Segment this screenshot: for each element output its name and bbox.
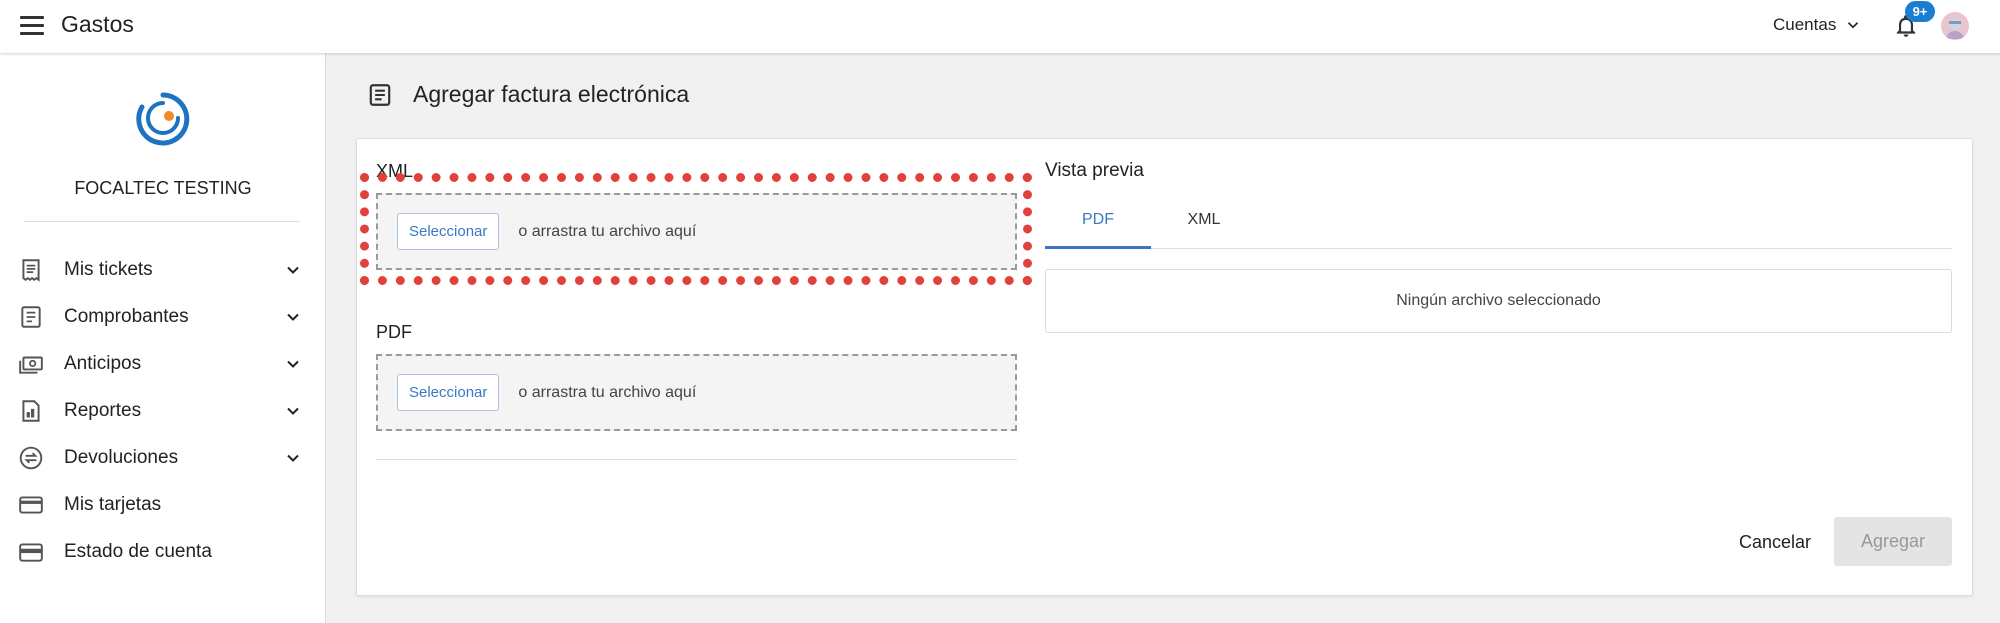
pdf-drop-hint: o arrastra tu archivo aquí — [518, 383, 697, 401]
top-app-bar: Gastos Cuentas 9+ — [0, 0, 2000, 53]
sidebar-item-label: Comprobantes — [64, 305, 189, 327]
preview-title: Vista previa — [1045, 160, 1144, 181]
pdf-dropzone[interactable]: Seleccionar o arrastra tu archivo aquí — [376, 354, 1017, 431]
accounts-dropdown[interactable]: Cuentas — [1773, 15, 1862, 35]
sidebar-item-mis-tickets[interactable]: Mis tickets — [0, 246, 326, 293]
sidebar: FOCALTEC TESTING Mis tickets Comprobante… — [0, 53, 326, 623]
sidebar-item-mis-tarjetas[interactable]: Mis tarjetas — [0, 481, 326, 528]
credit-card-icon — [19, 495, 43, 514]
wallet-icon — [19, 542, 43, 562]
document-icon — [21, 305, 41, 328]
chevron-down-icon — [287, 266, 299, 274]
receipt-icon — [22, 258, 40, 282]
app-title: Gastos — [61, 11, 134, 37]
cash-icon — [19, 356, 43, 374]
pdf-select-button[interactable]: Seleccionar — [397, 374, 500, 411]
chevron-down-icon — [287, 313, 299, 321]
xml-label: XML — [376, 161, 414, 181]
sidebar-nav: Mis tickets Comprobantes Anticipos Repor… — [0, 246, 326, 575]
divider — [24, 221, 300, 222]
tab-xml[interactable]: XML — [1151, 199, 1257, 249]
preview-tabs: PDF XML — [1045, 199, 1952, 249]
xml-select-button[interactable]: Seleccionar — [397, 213, 500, 250]
sidebar-item-reportes[interactable]: Reportes — [0, 387, 326, 434]
add-button[interactable]: Agregar — [1834, 517, 1952, 566]
company-logo — [136, 92, 190, 146]
sidebar-item-devoluciones[interactable]: Devoluciones — [0, 434, 326, 481]
sidebar-item-label: Estado de cuenta — [64, 540, 212, 562]
sidebar-item-label: Reportes — [64, 399, 142, 421]
sidebar-item-estado-de-cuenta[interactable]: Estado de cuenta — [0, 528, 326, 575]
tab-pdf[interactable]: PDF — [1045, 199, 1151, 249]
chevron-down-icon — [287, 454, 299, 462]
chevron-down-icon — [287, 407, 299, 415]
document-icon — [369, 83, 391, 106]
report-icon — [22, 399, 40, 422]
avatar[interactable] — [1941, 12, 1969, 40]
chevron-down-icon — [287, 360, 299, 368]
sidebar-item-label: Mis tarjetas — [64, 493, 162, 515]
menu-icon[interactable] — [20, 16, 44, 36]
notification-badge: 9+ — [1905, 1, 1935, 22]
page-title: Agregar factura electrónica — [413, 81, 690, 107]
sidebar-item-label: Mis tickets — [64, 258, 153, 280]
accounts-label: Cuentas — [1773, 15, 1837, 34]
xml-drop-hint: o arrastra tu archivo aquí — [518, 222, 697, 240]
sidebar-item-anticipos[interactable]: Anticipos — [0, 340, 326, 387]
chevron-down-icon — [1848, 22, 1859, 29]
organization-name: FOCALTEC TESTING — [74, 178, 252, 198]
page-header: Agregar factura electrónica — [367, 81, 689, 108]
sidebar-item-label: Anticipos — [64, 352, 142, 374]
sidebar-item-comprobantes[interactable]: Comprobantes — [0, 293, 326, 340]
exchange-icon — [19, 446, 43, 469]
sidebar-item-label: Devoluciones — [64, 446, 179, 468]
preview-empty-message: Ningún archivo seleccionado — [1045, 269, 1952, 333]
pdf-label: PDF — [376, 322, 412, 342]
divider — [376, 459, 1017, 460]
cancel-button[interactable]: Cancelar — [1725, 518, 1825, 566]
xml-dropzone[interactable]: Seleccionar o arrastra tu archivo aquí — [376, 193, 1017, 270]
